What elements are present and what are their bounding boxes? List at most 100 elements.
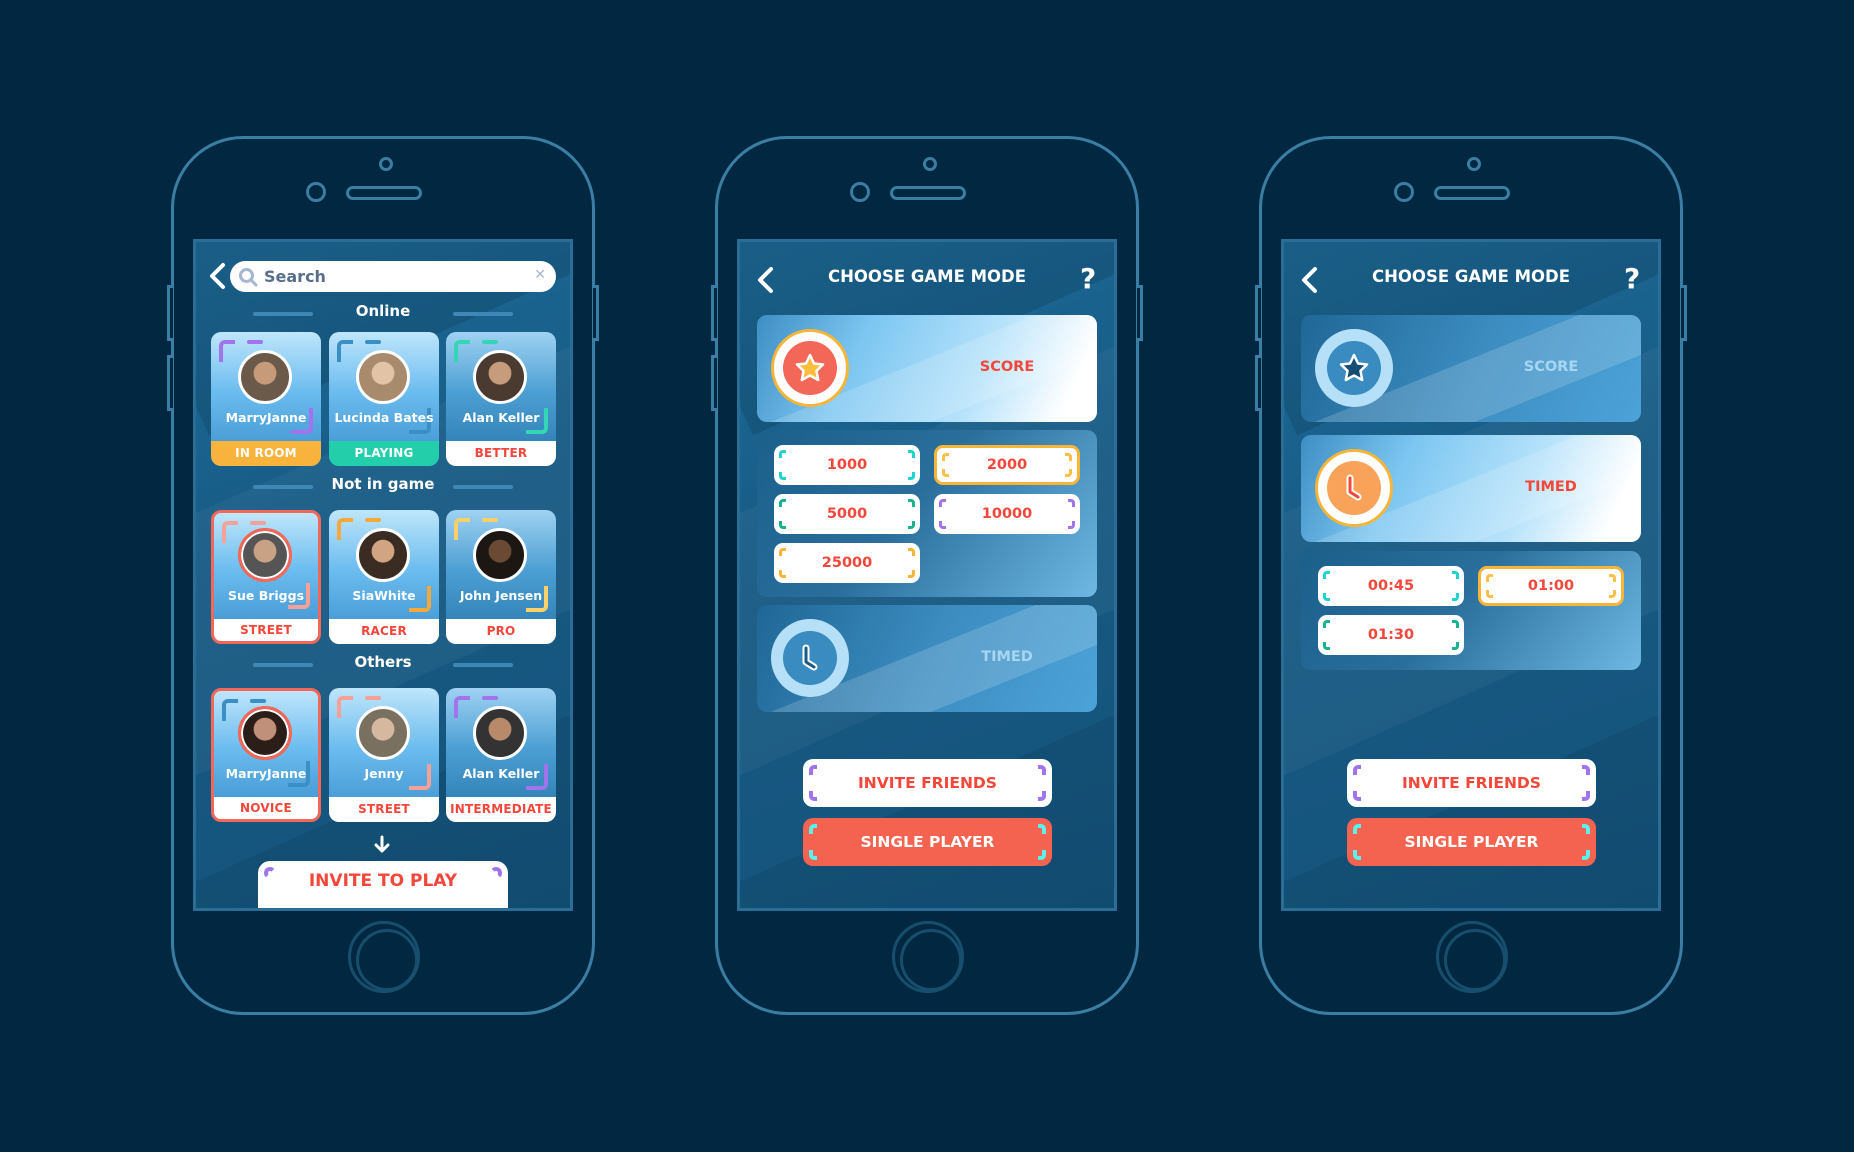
player-name: SiaWhite [352,588,416,603]
dash-accent [365,518,381,522]
mode-label-timed: TIMED [981,649,1033,665]
avatar [238,350,292,404]
option-label: 2000 [986,457,1028,473]
volume-down-button [1255,355,1261,411]
option-label: 10000 [981,506,1033,522]
status-badge: STREET [214,619,318,641]
section-header: Not in game [196,475,570,497]
avatar [473,528,527,582]
option-button[interactable]: 25000 [774,543,920,583]
search-input[interactable] [264,267,514,286]
camera-icon [1467,157,1481,171]
score-icon-badge [1315,329,1393,407]
option-label: 01:30 [1367,627,1415,643]
invite-friends-label: INVITE FRIENDS [1402,774,1541,792]
single-player-button[interactable]: SINGLE PLAYER [1347,818,1596,866]
player-card[interactable]: Alan Keller BETTER [446,332,556,466]
option-button[interactable]: 01:30 [1318,615,1464,655]
dash-accent [247,340,263,344]
option-button[interactable]: 1000 [774,445,920,485]
corner-accent [454,518,470,540]
avatar [356,528,410,582]
status-badge: STREET [329,797,439,822]
invite-friends-button[interactable]: INVITE FRIENDS [1347,759,1596,807]
mode-card-timed[interactable]: TIMED [757,605,1097,712]
player-card[interactable]: John Jensen PRO [446,510,556,644]
single-player-label: SINGLE PLAYER [860,833,995,851]
invite-to-play-button[interactable]: INVITE TO PLAY [258,861,508,908]
avatar [356,350,410,404]
home-button[interactable] [1436,921,1508,993]
chevron-left-icon [210,263,225,289]
score-options-panel: 1000 2000 5000 10000 25000 [757,430,1097,597]
status-badge: BETTER [446,441,556,466]
player-name: Lucinda Bates [334,410,434,425]
sensor-icon [850,182,870,202]
player-card[interactable]: Jenny STREET [329,688,439,822]
camera-icon [379,157,393,171]
invite-friends-label: INVITE FRIENDS [858,774,997,792]
mode-card-score[interactable]: SCORE [757,315,1097,422]
speaker-grille [890,186,966,200]
dash-accent [482,518,498,522]
player-card[interactable]: Lucinda Bates PLAYING [329,332,439,466]
invite-friends-button[interactable]: INVITE FRIENDS [803,759,1052,807]
volume-down-button [167,355,173,411]
speaker-grille [1434,186,1510,200]
option-label: 00:45 [1367,578,1415,594]
player-name: John Jensen [459,588,543,603]
help-button[interactable]: ? [1624,262,1640,295]
option-button[interactable]: 2000 [934,445,1080,485]
mode-card-score[interactable]: SCORE [1301,315,1641,422]
avatar [473,350,527,404]
player-name: Alan Keller [462,766,540,781]
status-badge: RACER [329,619,439,644]
home-button[interactable] [348,921,420,993]
section-header: Online [196,302,570,324]
dash-accent [365,340,381,344]
search-bar[interactable]: ✕ [230,261,556,292]
help-button[interactable]: ? [1080,262,1096,295]
player-card[interactable]: MarryJanne NOVICE [211,688,321,822]
sensor-icon [306,182,326,202]
option-button[interactable]: 00:45 [1318,566,1464,606]
option-button[interactable]: 01:00 [1478,566,1624,606]
player-card[interactable]: Sue Briggs STREET [211,510,321,644]
option-label: 5000 [826,506,868,522]
invite-to-play-label: INVITE TO PLAY [308,871,458,891]
back-button[interactable] [206,262,230,290]
player-name: MarryJanne [225,766,307,781]
power-button [593,285,599,341]
timed-icon-badge [771,619,849,697]
dash-accent [250,521,266,525]
volume-up-button [1255,285,1261,341]
score-icon-badge [771,329,849,407]
section-title: Not in game [331,475,435,493]
arrow-down-icon [374,835,390,853]
timed-icon-badge [1315,449,1393,527]
option-button[interactable]: 10000 [934,494,1080,534]
player-name: Sue Briggs [227,588,305,603]
player-card[interactable]: SiaWhite RACER [329,510,439,644]
corner-accent [454,696,470,718]
option-button[interactable]: 5000 [774,494,920,534]
page-title: CHOOSE GAME MODE [827,267,1027,286]
mode-label-timed: TIMED [1525,479,1577,495]
player-card[interactable]: MarryJanne IN ROOM [211,332,321,466]
corner-accent [337,518,353,540]
corner-accent [454,340,470,362]
dash-accent [365,696,381,700]
clear-search-icon[interactable]: ✕ [534,267,546,283]
star-icon [795,353,825,382]
single-player-button[interactable]: SINGLE PLAYER [803,818,1052,866]
player-name: Alan Keller [462,410,540,425]
star-icon [1339,353,1369,382]
page-title: CHOOSE GAME MODE [1371,267,1571,286]
camera-icon [923,157,937,171]
player-select-screen: ✕ Online MarryJanne IN ROOM Lucinda Bates PL… [193,239,573,911]
mode-card-timed[interactable]: TIMED [1301,435,1641,542]
corner-accent [219,340,235,362]
home-button[interactable] [892,921,964,993]
player-card[interactable]: Alan Keller INTERMEDIATE [446,688,556,822]
volume-up-button [711,285,717,341]
